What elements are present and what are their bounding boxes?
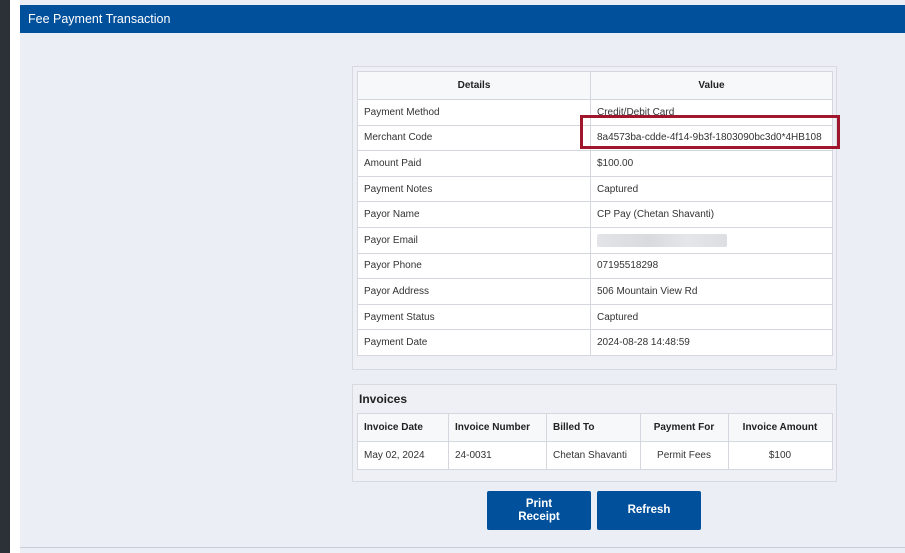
merchant-code-highlight bbox=[580, 115, 840, 149]
table-row: May 02, 2024 24-0031 Chetan Shavanti Per… bbox=[357, 441, 833, 470]
left-sidebar-strip bbox=[0, 0, 10, 553]
invoices-header-row: Invoice Date Invoice Number Billed To Pa… bbox=[357, 413, 833, 442]
column-header-invoice-date: Invoice Date bbox=[357, 413, 449, 442]
detail-label-payment-date: Payment Date bbox=[357, 329, 591, 356]
detail-label-payor-phone: Payor Phone bbox=[357, 252, 591, 280]
detail-label-payment-notes: Payment Notes bbox=[357, 175, 591, 203]
table-row: Payment Date 2024-08-28 14:48:59 bbox=[357, 329, 833, 356]
invoice-payment-for: Permit Fees bbox=[640, 441, 729, 470]
detail-value-payor-phone: 07195518298 bbox=[590, 252, 833, 280]
detail-label-payor-name: Payor Name bbox=[357, 201, 591, 228]
detail-label-merchant-code: Merchant Code bbox=[357, 124, 591, 152]
left-gap bbox=[10, 0, 20, 553]
detail-label-payor-address: Payor Address bbox=[357, 278, 591, 305]
refresh-button[interactable]: Refresh bbox=[597, 491, 701, 530]
details-header-row: Details Value bbox=[357, 71, 833, 100]
invoice-billed-to: Chetan Shavanti bbox=[546, 441, 641, 470]
detail-label-amount-paid: Amount Paid bbox=[357, 150, 591, 177]
detail-value-payment-status: Captured bbox=[590, 303, 833, 331]
detail-value-payor-email bbox=[590, 226, 833, 254]
column-header-details: Details bbox=[357, 71, 591, 100]
table-row: Payor Address 506 Mountain View Rd bbox=[357, 278, 833, 305]
column-header-billed-to: Billed To bbox=[546, 413, 641, 442]
invoice-date: May 02, 2024 bbox=[357, 441, 449, 470]
details-panel: Details Value Payment Method Credit/Debi… bbox=[352, 66, 837, 370]
detail-value-payor-name: CP Pay (Chetan Shavanti) bbox=[590, 201, 833, 228]
table-row: Payor Email bbox=[357, 226, 833, 254]
invoices-table: Invoice Date Invoice Number Billed To Pa… bbox=[357, 413, 833, 470]
details-table: Details Value Payment Method Credit/Debi… bbox=[357, 71, 833, 356]
invoice-number: 24-0031 bbox=[448, 441, 547, 470]
invoices-panel: Invoices Invoice Date Invoice Number Bil… bbox=[352, 384, 837, 482]
detail-label-payment-status: Payment Status bbox=[357, 303, 591, 331]
detail-value-payor-address: 506 Mountain View Rd bbox=[590, 278, 833, 305]
detail-label-payment-method: Payment Method bbox=[357, 99, 591, 126]
table-row: Payment Notes Captured bbox=[357, 175, 833, 203]
print-receipt-button[interactable]: Print Receipt bbox=[487, 491, 591, 530]
table-row: Amount Paid $100.00 bbox=[357, 150, 833, 177]
print-receipt-label-line2: Receipt bbox=[518, 510, 560, 523]
detail-label-payor-email: Payor Email bbox=[357, 226, 591, 254]
table-row: Payment Status Captured bbox=[357, 303, 833, 331]
table-row: Payor Name CP Pay (Chetan Shavanti) bbox=[357, 201, 833, 228]
detail-value-payment-notes: Captured bbox=[590, 175, 833, 203]
print-receipt-label-line1: Print bbox=[525, 497, 553, 510]
invoices-title: Invoices bbox=[359, 392, 408, 406]
page-title: Fee Payment Transaction bbox=[28, 12, 171, 26]
page-header: Fee Payment Transaction bbox=[20, 5, 905, 33]
redacted-email bbox=[597, 233, 727, 247]
column-header-invoice-amount: Invoice Amount bbox=[728, 413, 833, 442]
column-header-invoice-number: Invoice Number bbox=[448, 413, 547, 442]
bottom-divider bbox=[20, 547, 905, 548]
detail-value-amount-paid: $100.00 bbox=[590, 150, 833, 177]
detail-value-payment-date: 2024-08-28 14:48:59 bbox=[590, 329, 833, 356]
column-header-payment-for: Payment For bbox=[640, 413, 729, 442]
column-header-value: Value bbox=[590, 71, 833, 100]
invoice-amount: $100 bbox=[728, 441, 833, 470]
table-row: Payor Phone 07195518298 bbox=[357, 252, 833, 280]
